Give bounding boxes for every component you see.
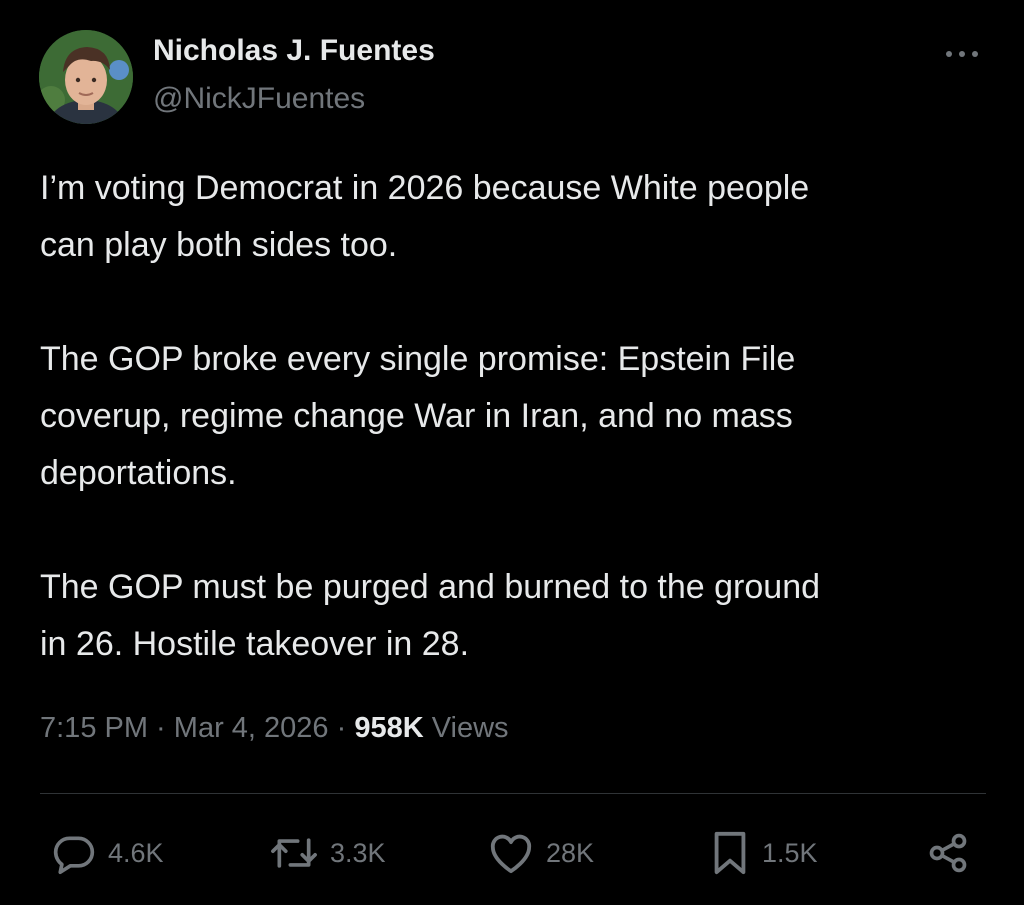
reply-count: 4.6K bbox=[108, 837, 164, 868]
share-icon bbox=[929, 833, 967, 873]
tweet-detail: Nicholas J. Fuentes @NickJFuentes I’m vo… bbox=[0, 0, 1024, 905]
reply-button[interactable]: 4.6K bbox=[52, 825, 164, 881]
tweet-paragraph: I’m voting Democrat in 2026 because Whit… bbox=[40, 169, 810, 264]
heart-icon bbox=[490, 834, 532, 874]
avatar-image bbox=[39, 30, 133, 124]
like-button[interactable]: 28K bbox=[488, 825, 594, 881]
author-name[interactable]: Nicholas J. Fuentes bbox=[153, 34, 435, 68]
tweet-metadata: 7:15 PM · Mar 4, 2026 · 958K Views bbox=[40, 712, 509, 745]
like-count: 28K bbox=[546, 837, 595, 868]
more-horizontal-icon bbox=[946, 51, 978, 57]
divider bbox=[40, 793, 986, 794]
share-button[interactable] bbox=[926, 825, 970, 881]
more-options-button[interactable] bbox=[940, 42, 984, 66]
repost-button[interactable]: 3.3K bbox=[270, 825, 386, 881]
avatar[interactable] bbox=[39, 30, 133, 124]
tweet-paragraph: The GOP broke every single promise: Epst… bbox=[40, 340, 796, 492]
meta-separator: · bbox=[328, 712, 355, 744]
meta-separator: · bbox=[148, 712, 174, 744]
action-bar: 4.6K 3.3K 28K 1.5K bbox=[0, 825, 1024, 885]
tweet-time[interactable]: 7:15 PM bbox=[40, 712, 148, 744]
repost-count: 3.3K bbox=[330, 837, 386, 868]
author-handle[interactable]: @NickJFuentes bbox=[153, 82, 365, 116]
repost-icon bbox=[271, 838, 317, 868]
tweet-date[interactable]: Mar 4, 2026 bbox=[174, 712, 329, 744]
bookmark-button[interactable]: 1.5K bbox=[710, 825, 818, 881]
bookmark-icon bbox=[714, 831, 746, 875]
views-label: Views bbox=[423, 712, 509, 744]
bookmark-count: 1.5K bbox=[762, 837, 818, 868]
tweet-paragraph: The GOP must be purged and burned to the… bbox=[40, 568, 821, 663]
tweet-text: I’m voting Democrat in 2026 because Whit… bbox=[40, 160, 1000, 673]
reply-icon bbox=[53, 836, 95, 875]
views-count[interactable]: 958K bbox=[354, 712, 423, 744]
